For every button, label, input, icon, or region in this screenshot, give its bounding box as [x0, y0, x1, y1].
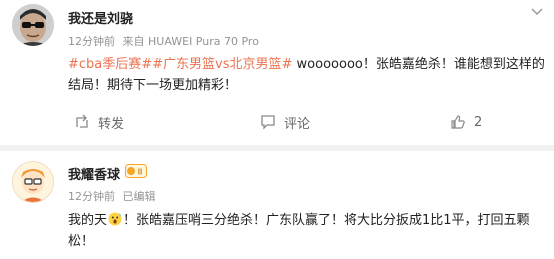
repost-button[interactable]: 转发 — [74, 111, 124, 133]
feed-post: 我还是刘骁 12分钟前 来自 HUAWEI Pura 70 Pro #cba季后… — [0, 0, 554, 145]
username[interactable]: 我耀香球 — [68, 164, 120, 183]
post-content: #cba季后赛##广东男篮vs北京男篮# wooooooo！张皓嘉绝杀！谁能想到… — [68, 54, 546, 96]
avatar-cartoon-icon — [13, 162, 53, 202]
feed-post: 我耀香球 II 12分钟前 已编辑 我的天 ！张皓嘉压哨三分绝杀！广东队赢了！将大… — [0, 151, 554, 259]
avatar[interactable] — [12, 4, 54, 46]
like-count: 2 — [474, 114, 483, 130]
badge-level: II — [138, 168, 142, 177]
repost-icon — [76, 114, 88, 128]
repost-label: 转发 — [98, 116, 125, 132]
like-icon — [451, 115, 465, 129]
username[interactable]: 我还是刘骁 — [68, 8, 133, 27]
post-meta: 12分钟前 已编辑 — [68, 188, 160, 204]
shocked-emoji-icon — [108, 212, 122, 226]
post-source: 来自 HUAWEI Pura 70 Pro — [122, 35, 259, 48]
topic-link-cba[interactable]: #cba季后赛# — [68, 57, 152, 72]
like-button[interactable]: 2 — [450, 111, 482, 133]
post-text-start: 我的天 — [68, 213, 108, 228]
topic-link-match[interactable]: #广东男篮vs北京男篮# — [152, 57, 292, 72]
comment-label: 评论 — [284, 116, 311, 132]
post-content: 我的天 ！张皓嘉压哨三分绝杀！广东队赢了！将大比分扳成1比1平，打回五颗松！ — [68, 210, 546, 252]
avatar[interactable] — [12, 161, 54, 203]
comment-icon — [261, 115, 275, 130]
avatar-portrait-icon — [12, 4, 54, 46]
post-time[interactable]: 12分钟前 — [68, 190, 115, 203]
vip-badge-icon[interactable]: II — [125, 164, 147, 178]
post-text-end: ！张皓嘉压哨三分绝杀！广东队赢了！将大比分扳成1比1平，打回五颗松！ — [68, 213, 530, 249]
post-time[interactable]: 12分钟前 — [68, 35, 115, 48]
post-edited[interactable]: 已编辑 — [123, 190, 156, 203]
action-bar: 转发 评论 2 — [0, 109, 554, 135]
comment-button[interactable]: 评论 — [260, 111, 310, 133]
post-meta: 12分钟前 来自 HUAWEI Pura 70 Pro — [68, 33, 263, 49]
chevron-down-icon[interactable] — [530, 6, 544, 16]
